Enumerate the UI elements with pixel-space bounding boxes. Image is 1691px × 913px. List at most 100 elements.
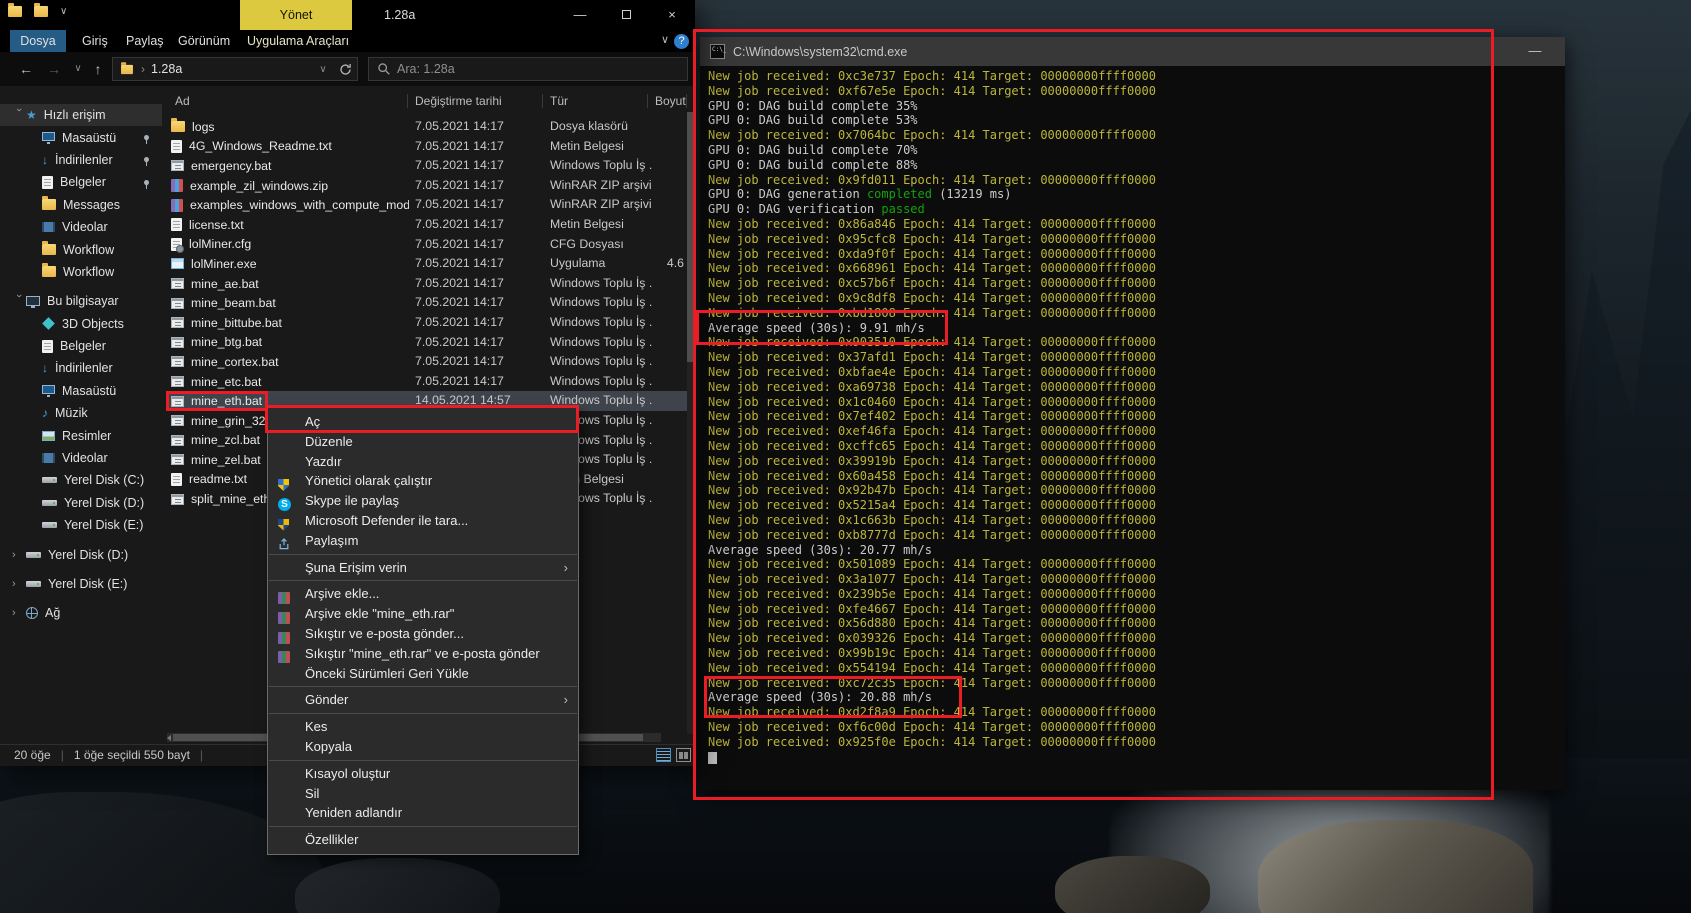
menu-item-d-zenle[interactable]: Düzenle [268, 432, 578, 452]
column-header-name[interactable]: Ad [175, 90, 190, 112]
menu-item-g-nder[interactable]: Gönder › [268, 690, 578, 710]
file-row-emergency-bat[interactable]: emergency.bat 7.05.2021 14:17 Windows Topl… [167, 156, 688, 176]
menu-item-ar-ive-ekle-mine-eth-rar[interactable]: Arşive ekle "mine_eth.rar" [268, 604, 578, 624]
thumbnails-view-button[interactable] [676, 748, 691, 762]
column-header-size[interactable]: Boyut [655, 90, 686, 112]
help-icon[interactable]: ? [674, 34, 689, 49]
cmd-minimize-button[interactable]: — [1519, 37, 1551, 64]
vertical-scrollbar[interactable] [687, 112, 694, 734]
tab-payla[interactable]: Paylaş [122, 30, 168, 52]
details-view-button[interactable] [656, 748, 671, 762]
sidebar-item-yerel-disk-e[interactable]: Yerel Disk (E:) [0, 514, 162, 536]
tab-dosya[interactable]: Dosya [10, 30, 66, 52]
maximize-button[interactable] [603, 0, 649, 30]
sidebar-item-workflow[interactable]: Workflow [0, 261, 162, 283]
sidebar-item-masa-st[interactable]: Masaüstü [0, 126, 162, 148]
menu-item-microsoft-defender-ile-tara[interactable]: Microsoft Defender ile tara... [268, 511, 578, 531]
menu-item-k-sayol-olu-tur[interactable]: Kısayol oluştur [268, 764, 578, 784]
chevron-down-icon[interactable]: › [13, 294, 25, 308]
search-input[interactable] [395, 61, 687, 77]
breadcrumb[interactable]: › 1.28a ∨ [112, 57, 358, 81]
chevron-down-icon[interactable]: › [13, 108, 25, 122]
sidebar-item-masa-st[interactable]: Masaüstü [0, 380, 162, 402]
sidebar-item-yerel-disk-d[interactable]: › Yerel Disk (D:) [0, 543, 162, 565]
column-header-date[interactable]: Değiştirme tarihi [415, 90, 502, 112]
sidebar-item-videolar[interactable]: Videolar [0, 447, 162, 469]
file-row-logs[interactable]: logs 7.05.2021 14:17 Dosya klasörü [167, 117, 688, 137]
menu-item-nceki-s-r-mleri-geri-y-kle[interactable]: Önceki Sürümleri Geri Yükle [268, 664, 578, 684]
sidebar-item-m-zik[interactable]: ♪ Müzik [0, 402, 162, 424]
file-row-lolminer-cfg[interactable]: lolMiner.cfg 7.05.2021 14:17 CFG Dosyası [167, 235, 688, 255]
menu-item-s-k-t-r-ve-e-posta-g-nder[interactable]: Sıkıştır ve e-posta gönder... [268, 624, 578, 644]
sidebar-item-bu-bilgisayar[interactable]: › Bu bilgisayar [0, 290, 162, 312]
file-row-lolminer-exe[interactable]: lolMiner.exe 7.05.2021 14:17 Uygulama 4.6 [167, 254, 688, 274]
tab-uygulama-ara-lar[interactable]: Uygulama Araçları [243, 30, 353, 52]
console-line: New job received: 0x37afd1 Epoch: 414 Ta… [708, 350, 1156, 365]
file-row-mine-bittube-bat[interactable]: mine_bittube.bat 7.05.2021 14:17 Windows T… [167, 313, 688, 333]
sidebar-item-a[interactable]: › Ağ [0, 602, 162, 624]
file-row-4g-windows-readme-txt[interactable]: 4G_Windows_Readme.txt 7.05.2021 14:17 Meti… [167, 137, 688, 157]
cmd-titlebar[interactable]: C:\Windows\system32\cmd.exe — [700, 37, 1565, 66]
minimize-button[interactable]: — [557, 0, 603, 30]
chevron-right-icon[interactable]: › [12, 578, 26, 590]
menu-item-kopyala[interactable]: Kopyala [268, 737, 578, 757]
file-row-mine-etc-bat[interactable]: mine_etc.bat 7.05.2021 14:17 Windows Toplu… [167, 372, 688, 392]
chevron-right-icon[interactable]: › [12, 607, 26, 619]
sidebar-item-yerel-disk-c[interactable]: Yerel Disk (C:) [0, 469, 162, 491]
manage-tab[interactable]: Yönet [240, 0, 352, 30]
file-row-example-zil-windows-zip[interactable]: example_zil_windows.zip 7.05.2021 14:17 Wi… [167, 176, 688, 196]
menu-item-zellikler[interactable]: Özellikler [268, 830, 578, 850]
menu-item-una-eri-im-verin[interactable]: Şuna Erişim verin › [268, 558, 578, 578]
file-row-examples-windows-with-compute-mod[interactable]: examples_windows_with_compute_mod... 7.05… [167, 195, 688, 215]
qat-customize-icon[interactable]: ∨ [60, 6, 67, 17]
file-row-license-txt[interactable]: license.txt 7.05.2021 14:17 Metin Belgesi [167, 215, 688, 235]
menu-item-ar-ive-ekle[interactable]: Arşive ekle... [268, 584, 578, 604]
menu-item-yeniden-adland-r[interactable]: Yeniden adlandır [268, 803, 578, 823]
sidebar-item-belgeler[interactable]: Belgeler [0, 335, 162, 357]
menu-item-yazd-r[interactable]: Yazdır [268, 452, 578, 472]
sidebar-item-h-zl-eri-im[interactable]: › ★ Hızlı erişim [0, 104, 162, 127]
sidebar-item-yerel-disk-d[interactable]: Yerel Disk (D:) [0, 492, 162, 514]
sidebar-item-messages[interactable]: Messages [0, 194, 162, 216]
breadcrumb-path[interactable]: 1.28a [151, 62, 182, 76]
up-button[interactable]: ↑ [86, 52, 110, 86]
menu-item-kes[interactable]: Kes [268, 717, 578, 737]
tab-g-r-n-m[interactable]: Görünüm [174, 30, 234, 52]
explorer-titlebar[interactable]: ∨ Yönet 1.28a — × [0, 0, 695, 30]
sidebar-item-yerel-disk-e[interactable]: › Yerel Disk (E:) [0, 573, 162, 595]
sidebar-item-workflow[interactable]: Workflow [0, 238, 162, 260]
file-row-mine-btg-bat[interactable]: mine_btg.bat 7.05.2021 14:17 Windows Toplu… [167, 333, 688, 353]
address-dropdown-icon[interactable]: ∨ [313, 64, 333, 75]
sidebar-item-videolar[interactable]: Videolar [0, 216, 162, 238]
forward-button[interactable]: → [42, 52, 66, 86]
refresh-icon[interactable] [333, 60, 357, 79]
search-box[interactable] [368, 57, 688, 81]
back-button[interactable]: ← [14, 52, 38, 86]
ribbon-expand-icon[interactable]: ∨ [661, 33, 669, 46]
sidebar-item-belgeler[interactable]: Belgeler [0, 171, 162, 193]
winrar-icon [278, 631, 290, 644]
scroll-left-icon[interactable] [167, 735, 171, 741]
column-header-type[interactable]: Tür [550, 90, 568, 112]
qat-folder-icon[interactable] [34, 3, 48, 17]
sidebar-item-3d-objects[interactable]: 3D Objects [0, 313, 162, 335]
sidebar-item-label: Yerel Disk (E:) [64, 518, 144, 533]
menu-item-y-netici-olarak-al-t-r[interactable]: Yönetici olarak çalıştır [268, 471, 578, 491]
menu-item-sil[interactable]: Sil [268, 784, 578, 804]
chevron-right-icon[interactable]: › [12, 549, 26, 561]
file-row-mine-ae-bat[interactable]: mine_ae.bat 7.05.2021 14:17 Windows Toplu … [167, 274, 688, 294]
sidebar-item-i-ndirilenler[interactable]: ↓ İndirilenler [0, 149, 162, 171]
file-row-mine-cortex-bat[interactable]: mine_cortex.bat 7.05.2021 14:17 Windows To… [167, 352, 688, 372]
menu-item-skype-ile-payla[interactable]: S Skype ile paylaş [268, 491, 578, 512]
menu-item-payla-m[interactable]: Paylaşım [268, 531, 578, 551]
scrollbar-thumb[interactable] [687, 112, 694, 362]
sidebar-item-resimler[interactable]: Resimler [0, 424, 162, 446]
tab-giri[interactable]: Giriş [78, 30, 112, 52]
sidebar-item-i-ndirilenler[interactable]: ↓ İndirilenler [0, 357, 162, 379]
menu-item-a[interactable]: Aç [268, 412, 578, 432]
console-output[interactable]: New job received: 0xc3e737 Epoch: 414 Ta… [700, 66, 1565, 790]
menu-item-s-k-t-r-mine-eth-rar-ve-e-posta-g-nder[interactable]: Sıkıştır "mine_eth.rar" ve e-posta gönde… [268, 644, 578, 664]
file-row-mine-beam-bat[interactable]: mine_beam.bat 7.05.2021 14:17 Windows Topl… [167, 293, 688, 313]
close-button[interactable]: × [649, 0, 695, 30]
drive-icon [26, 551, 41, 558]
